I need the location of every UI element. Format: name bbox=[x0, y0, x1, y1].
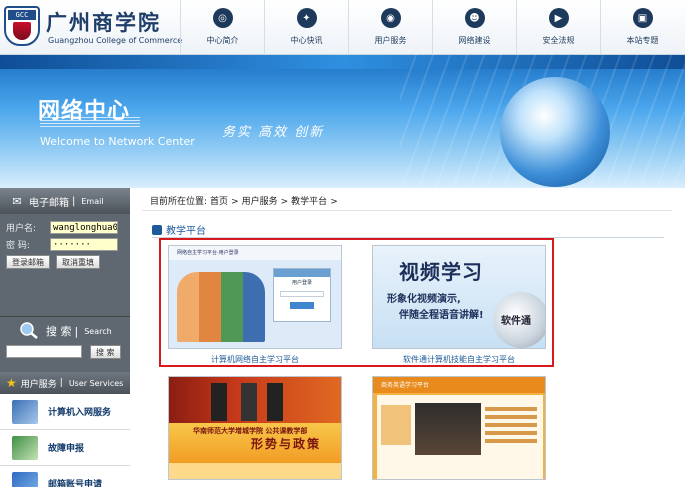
section-title: 教学平台 bbox=[152, 222, 206, 237]
globe-icon bbox=[500, 77, 610, 187]
folder-icon bbox=[12, 471, 38, 487]
nav-label: 网络建设 bbox=[458, 36, 491, 45]
search-box: 搜 索 | Search 搜 索 bbox=[0, 316, 130, 372]
hero-banner: 网络中心 Welcome to Network Center 务实 高效 创新 bbox=[0, 55, 685, 188]
seal-badge: GCC bbox=[8, 10, 36, 20]
main-content: 目前所在位置: 首页 > 用户服务 > 教学平台 > 教学平台 网络自主学习平台·用户登录 … bbox=[130, 188, 685, 487]
card-thumbnail: 网络自主学习平台·用户登录 用户登录 bbox=[168, 245, 342, 349]
nav-item-news[interactable]: ✦ 中心快讯 bbox=[264, 0, 348, 55]
username-input[interactable] bbox=[50, 221, 118, 234]
breadcrumb-services[interactable]: 用户服务 bbox=[242, 197, 278, 207]
breadcrumb-prefix: 目前所在位置: bbox=[150, 197, 208, 207]
service-label: 邮箱账号申请 bbox=[48, 480, 103, 487]
repair-icon bbox=[12, 435, 38, 460]
card-caption[interactable]: 计算机网络自主学习平台 bbox=[168, 354, 342, 365]
login-mail-button[interactable]: 登录邮箱 bbox=[6, 255, 50, 269]
info-icon: ◎ bbox=[212, 8, 233, 28]
nav-item-security[interactable]: ▶ 安全法规 bbox=[516, 0, 600, 55]
page: GCC 广州商学院 Guangzhou College of Commerce … bbox=[0, 0, 685, 487]
banner-slogan: 务实 高效 创新 bbox=[222, 125, 325, 140]
laptop-icon bbox=[12, 399, 38, 424]
breadcrumb-home[interactable]: 首页 bbox=[210, 197, 228, 207]
password-label: 密 码: bbox=[6, 241, 30, 251]
nav-label: 用户服务 bbox=[374, 36, 407, 45]
password-input[interactable] bbox=[50, 238, 118, 251]
service-label: 故障申报 bbox=[48, 444, 85, 454]
search-input[interactable] bbox=[6, 345, 82, 358]
nav-label: 中心简介 bbox=[206, 36, 239, 45]
search-title: 搜 索 bbox=[46, 325, 72, 338]
nav-label: 本站专题 bbox=[626, 36, 659, 45]
user-services: ★ 用户服务 | User Services 计算机入网服务 故障申报 邮箱账号… bbox=[0, 372, 130, 487]
nav-item-topics[interactable]: ▣ 本站专题 bbox=[600, 0, 684, 55]
nav-label: 中心快讯 bbox=[290, 36, 323, 45]
thumb-header: 网络自主学习平台·用户登录 bbox=[177, 250, 239, 256]
nav-item-network[interactable]: ☻ 网络建设 bbox=[432, 0, 516, 55]
nav-item-services[interactable]: ◉ 用户服务 bbox=[348, 0, 432, 55]
banner-subtitle: Welcome to Network Center bbox=[40, 135, 195, 148]
mail-box-title-en: Email bbox=[81, 196, 104, 206]
nav-item-intro[interactable]: ◎ 中心简介 bbox=[180, 0, 264, 55]
nav-label: 安全法规 bbox=[542, 36, 575, 45]
services-header: ★ 用户服务 | User Services bbox=[0, 372, 130, 394]
platform-card-policy[interactable]: 华南师范大学增城学院 公共课教学部 形势与政策 bbox=[168, 376, 342, 480]
mail-login-box: ✉ 电子邮箱 | Email 用户名: 密 码: 登录邮箱 取消重填 bbox=[0, 188, 130, 316]
platform-card-network-learning[interactable]: 网络自主学习平台·用户登录 用户登录 计算机网络自主学习平台 bbox=[168, 245, 342, 365]
breadcrumb-current: 教学平台 bbox=[291, 197, 328, 207]
mail-box-header: ✉ 电子邮箱 | Email bbox=[0, 188, 130, 214]
mail-box-title: 电子邮箱 bbox=[29, 197, 69, 209]
shield-icon: ▶ bbox=[548, 8, 569, 28]
envelope-icon: ✉ bbox=[12, 194, 22, 208]
platform-card-software-skills[interactable]: 视频学习 形象化视频演示, 伴随全程语音讲解! 软件通 软件通计算机技能自主学习… bbox=[372, 245, 546, 365]
search-icon bbox=[20, 322, 38, 339]
service-item-mail-account[interactable]: 邮箱账号申请 bbox=[0, 466, 130, 487]
card-thumbnail: 商务英语学习平台 bbox=[372, 376, 546, 480]
username-label: 用户名: bbox=[6, 224, 37, 234]
site-header: GCC 广州商学院 Guangzhou College of Commerce … bbox=[0, 0, 685, 55]
breadcrumb: 目前所在位置: 首页 > 用户服务 > 教学平台 > bbox=[150, 197, 338, 207]
search-button[interactable]: 搜 索 bbox=[90, 345, 121, 359]
card-caption[interactable]: 软件通计算机技能自主学习平台 bbox=[372, 354, 546, 365]
services-title-en: User Services bbox=[68, 378, 124, 388]
college-name-en: Guangzhou College of Commerce bbox=[48, 36, 183, 45]
login-panel-preview: 用户登录 bbox=[273, 268, 331, 322]
reset-button[interactable]: 取消重填 bbox=[56, 255, 100, 269]
section-icon bbox=[152, 224, 162, 235]
thumb-title: 视频学习 bbox=[399, 260, 483, 284]
network-icon: ☻ bbox=[464, 8, 485, 28]
college-name: 广州商学院 bbox=[46, 10, 161, 35]
sidebar: ✉ 电子邮箱 | Email 用户名: 密 码: 登录邮箱 取消重填 bbox=[0, 188, 130, 487]
card-thumbnail: 视频学习 形象化视频演示, 伴随全程语音讲解! 软件通 bbox=[372, 245, 546, 349]
services-title: 用户服务 bbox=[20, 379, 57, 390]
search-title-en: Search bbox=[84, 326, 112, 336]
college-logo[interactable]: GCC 广州商学院 Guangzhou College of Commerce bbox=[4, 6, 182, 50]
service-label: 计算机入网服务 bbox=[48, 408, 112, 418]
card-thumbnail: 华南师范大学增城学院 公共课教学部 形势与政策 bbox=[168, 376, 342, 480]
monitor-icon: ▣ bbox=[632, 8, 653, 28]
main-nav: ◎ 中心简介 ✦ 中心快讯 ◉ 用户服务 ☻ 网络建设 ▶ 安全法规 ▣ 本站专… bbox=[180, 0, 684, 55]
video-preview bbox=[415, 403, 481, 455]
target-icon: ◉ bbox=[380, 8, 401, 28]
college-seal-icon: GCC bbox=[4, 6, 40, 46]
platform-card-english[interactable]: 商务英语学习平台 bbox=[372, 376, 546, 480]
service-item-network-access[interactable]: 计算机入网服务 bbox=[0, 394, 130, 430]
service-item-fault-report[interactable]: 故障申报 bbox=[0, 430, 130, 466]
star-icon: ★ bbox=[6, 376, 17, 390]
news-icon: ✦ bbox=[296, 8, 317, 28]
